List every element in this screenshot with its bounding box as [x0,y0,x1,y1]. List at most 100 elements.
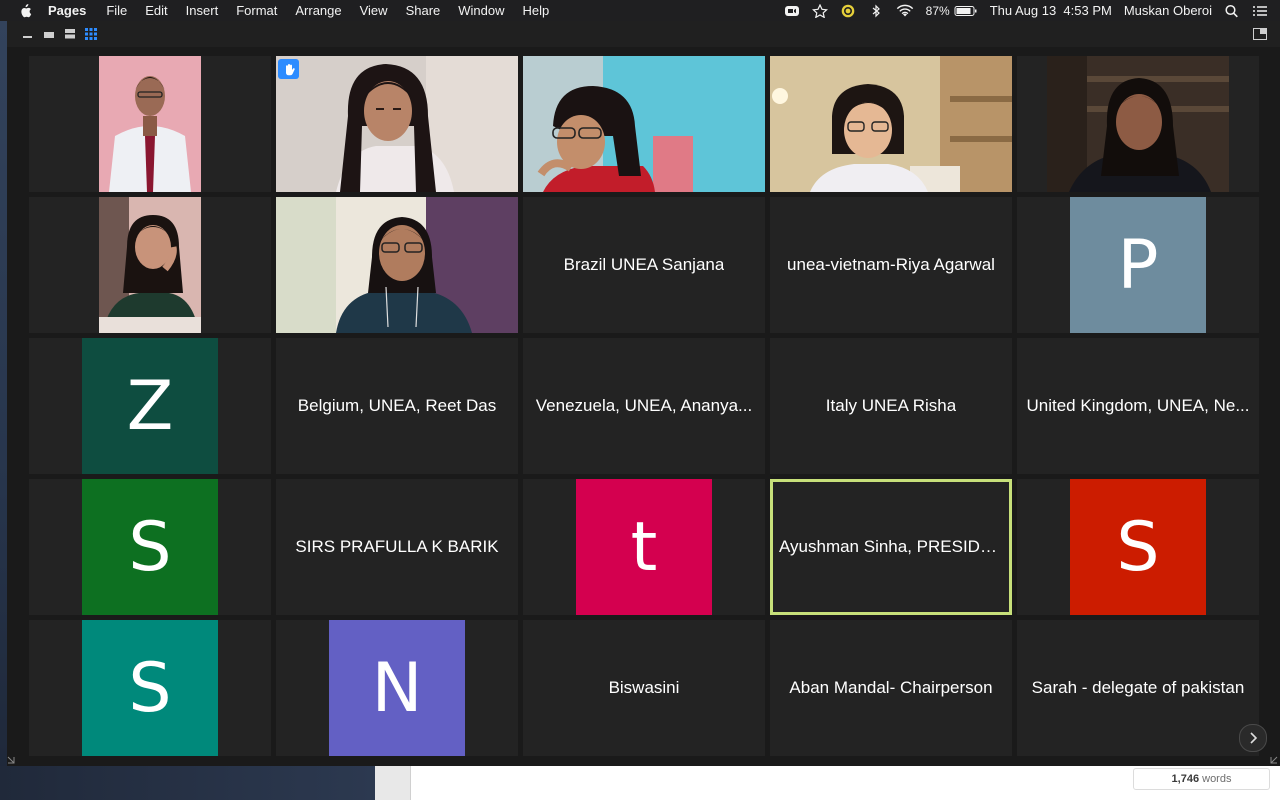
participant-name-label: SIRS PRAFULLA K BARIK [276,479,518,615]
participant-tile-15[interactable]: United Kingdom, UNEA, Ne... [1017,338,1259,474]
menu-edit[interactable]: Edit [145,3,167,18]
participant-tile-4[interactable] [770,56,1012,192]
participant-tile-18[interactable]: t [523,479,765,615]
participant-name-label: Aban Mandal- Chairperson [770,620,1012,756]
participant-tile-20[interactable]: S [1017,479,1259,615]
participant-tile-16[interactable]: S [29,479,271,615]
participant-tile-19-active-speaker[interactable]: Ayushman Sinha, PRESIDE... [770,479,1012,615]
speaker-view-icon[interactable] [64,28,76,40]
participant-name: SIRS PRAFULLA K BARIK [295,537,499,556]
clock[interactable]: Thu Aug 13 4:53 PM [990,3,1112,18]
participant-tile-23[interactable]: Biswasini [523,620,765,756]
menu-help[interactable]: Help [523,3,550,18]
participant-name-label: Italy UNEA Risha [770,338,1012,474]
participant-name-label: Belgium, UNEA, Reet Das [276,338,518,474]
participant-tile-5[interactable] [1017,56,1259,192]
participant-name-label: Venezuela, UNEA, Ananya... [523,338,765,474]
bluetooth-icon[interactable] [868,4,884,18]
participant-tile-21[interactable]: S [29,620,271,756]
participant-tile-14[interactable]: Italy UNEA Risha [770,338,1012,474]
participant-name: Italy UNEA Risha [825,396,957,415]
gallery-view-icon[interactable] [85,28,97,40]
participant-name: Sarah - delegate of pakistan [1031,678,1245,697]
exit-fullscreen-icon[interactable] [1253,28,1267,40]
resize-corner-icon[interactable] [1268,754,1278,764]
next-page-button[interactable] [1239,724,1267,752]
participant-tile-17[interactable]: SIRS PRAFULLA K BARIK [276,479,518,615]
participant-name: Venezuela, UNEA, Ananya... [535,396,753,415]
participant-tile-7[interactable] [276,197,518,333]
participant-name: Ayushman Sinha, PRESIDE... [779,537,1003,556]
gallery-grid: Brazil UNEA Sanjana unea-vietnam-Riya Ag… [29,56,1259,758]
menu-file[interactable]: File [106,3,127,18]
participant-avatar: t [576,479,712,615]
participant-name-label: Ayushman Sinha, PRESIDE... [770,479,1012,615]
participant-tile-8[interactable]: Brazil UNEA Sanjana [523,197,765,333]
participant-tile-11[interactable]: Z [29,338,271,474]
raise-hand-icon [278,59,299,79]
apple-icon[interactable] [18,3,32,18]
zoom-meeting-window: Brazil UNEA Sanjana unea-vietnam-Riya Ag… [7,21,1280,766]
participant-name-label: United Kingdom, UNEA, Ne... [1017,338,1259,474]
menu-format[interactable]: Format [236,3,277,18]
participant-name-label: Biswasini [523,620,765,756]
participant-tile-3[interactable] [523,56,765,192]
participant-tile-24[interactable]: Aban Mandal- Chairperson [770,620,1012,756]
word-count[interactable]: 1,746 words [1133,768,1270,790]
participant-tile-10[interactable]: P [1017,197,1259,333]
participant-tile-1[interactable] [29,56,271,192]
participant-name-label: unea-vietnam-Riya Agarwal [770,197,1012,333]
participant-avatar: S [1070,479,1206,615]
participant-tile-2[interactable] [276,56,518,192]
participant-tile-22[interactable]: N [276,620,518,756]
participant-video [99,197,201,333]
participant-name: Aban Mandal- Chairperson [789,678,993,697]
participant-video [770,56,1012,192]
zoom-icon[interactable] [784,4,800,18]
participant-name: Belgium, UNEA, Reet Das [297,396,497,415]
participant-video [276,56,518,192]
participant-name-label: Sarah - delegate of pakistan [1017,620,1259,756]
battery-icon[interactable] [954,4,978,18]
participant-avatar: S [82,479,218,615]
participant-tile-6[interactable] [29,197,271,333]
word-count-unit: words [1202,773,1232,785]
participant-name-label: Brazil UNEA Sanjana [523,197,765,333]
desktop-wallpaper-bottom [0,766,375,800]
desktop-wallpaper [0,21,7,800]
participant-name: Biswasini [608,678,680,697]
zoom-toolbar [7,21,1280,47]
minimize-view-icon[interactable] [22,28,34,40]
resize-corner-icon[interactable] [7,754,17,764]
participant-tile-12[interactable]: Belgium, UNEA, Reet Das [276,338,518,474]
participant-tile-25[interactable]: Sarah - delegate of pakistan [1017,620,1259,756]
participant-avatar: S [82,620,218,756]
participant-tile-9[interactable]: unea-vietnam-Riya Agarwal [770,197,1012,333]
participant-tile-13[interactable]: Venezuela, UNEA, Ananya... [523,338,765,474]
list-icon[interactable] [1252,4,1268,18]
menu-app-pages[interactable]: Pages [48,3,86,18]
menu-bar: Pages File Edit Insert Format Arrange Vi… [0,0,1280,21]
menu-view[interactable]: View [360,3,388,18]
battery-percent: 87% [925,3,950,18]
participant-avatar: P [1070,197,1206,333]
wifi-icon[interactable] [896,4,914,18]
chevron-right-icon [1250,732,1258,744]
participant-video [1047,56,1229,192]
menu-share[interactable]: Share [406,3,441,18]
participant-video [276,197,518,333]
menu-window[interactable]: Window [458,3,504,18]
participant-name: United Kingdom, UNEA, Ne... [1026,396,1250,415]
word-count-value: 1,746 [1171,773,1200,785]
grammarly-icon[interactable] [840,4,856,18]
user-name[interactable]: Muskan Oberoi [1124,3,1212,18]
search-icon[interactable] [1224,4,1240,18]
menu-arrange[interactable]: Arrange [295,3,341,18]
menu-insert[interactable]: Insert [186,3,219,18]
thumbnail-view-icon[interactable] [43,28,55,40]
star-icon[interactable] [811,3,828,18]
participant-name: Brazil UNEA Sanjana [563,255,725,274]
participant-avatar: N [329,620,465,756]
participant-name: unea-vietnam-Riya Agarwal [787,255,995,274]
participant-video [99,56,201,192]
